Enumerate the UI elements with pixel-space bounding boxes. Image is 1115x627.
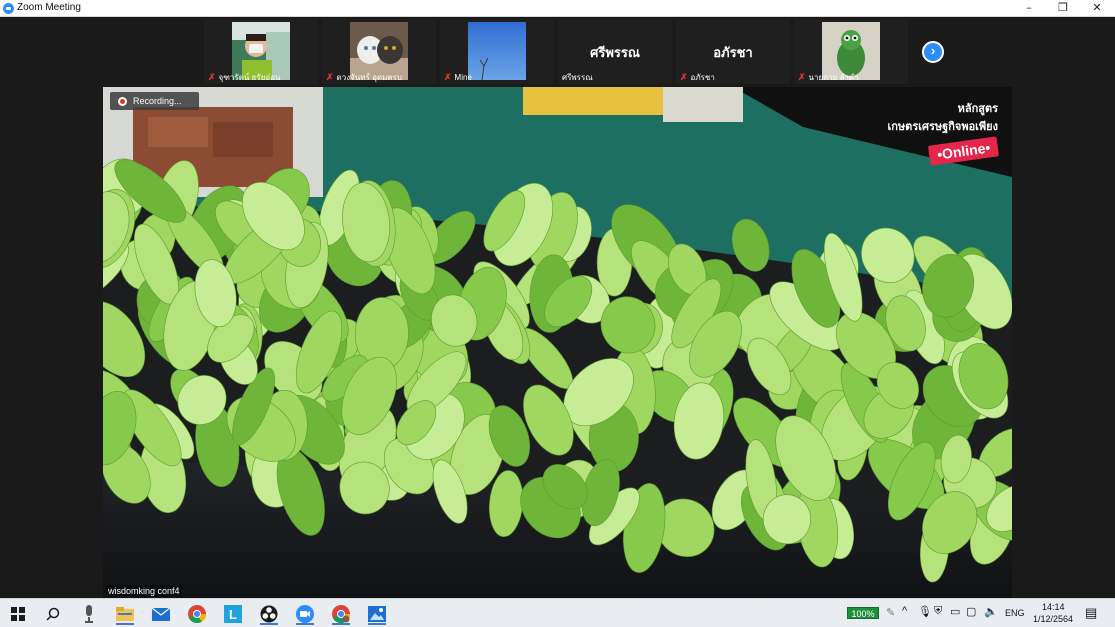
pen-icon[interactable]: ✎: [886, 606, 895, 619]
participant-namebar: ✗ ดวงจันทร์ อุดมตรบ: [322, 71, 406, 84]
overlay-line-2: เกษตรเศรษฐกิจพอเพียง: [887, 121, 998, 133]
video-frame: [103, 87, 1012, 598]
participant-tile[interactable]: ✗ ดวงจันทร์ อุดมตรบ: [322, 19, 436, 84]
main-video: Recording... หลักสูตร เกษตรเศรษฐกิจพอเพี…: [103, 87, 1012, 598]
participant-namebar: ✗ Mine: [440, 71, 476, 84]
security-icon[interactable]: ⛨: [934, 605, 942, 618]
recording-indicator[interactable]: Recording...: [110, 92, 199, 110]
zoom-logo-icon: [3, 3, 14, 14]
battery-icon[interactable]: ▭: [950, 605, 960, 618]
battery-indicator[interactable]: 100%: [847, 607, 879, 619]
participant-name: จุฑารัตน์ ธรัยอ่อน: [218, 73, 281, 82]
microphone-tray-icon[interactable]: 🎙: [918, 605, 932, 618]
participant-strip: ✗ จุฑารัตน์ ธรัยอ่อน ✗ ดวงจันทร์ อุดมตรบ: [0, 17, 1115, 87]
participant-name: นายกาย ลำดำ: [808, 73, 859, 82]
participant-name: อภัรชา: [690, 73, 715, 82]
close-button[interactable]: ✕: [1080, 0, 1114, 17]
participant-namebar: ศรีพรรณ: [558, 71, 597, 84]
chevron-right-icon[interactable]: ›: [922, 41, 944, 63]
participant-tile[interactable]: ศรีพรรณ ศรีพรรณ: [558, 19, 672, 84]
zoom-window: Zoom Meeting – ❐ ✕ ✗ จุฑารัตน์ ธรัยอ่อน: [0, 0, 1115, 598]
mic-muted-icon: ✗: [798, 72, 806, 82]
participant-namebar: ✗ จุฑารัตน์ ธรัยอ่อน: [204, 71, 285, 84]
line-app-icon[interactable]: L: [222, 603, 244, 625]
participant-name: ศรีพรรณ: [562, 73, 593, 82]
participant-video: [468, 22, 526, 80]
photos-icon[interactable]: [366, 603, 388, 625]
participant-tile[interactable]: อภัรชา ✗ อภัรชา: [676, 19, 790, 84]
mail-icon[interactable]: [150, 603, 172, 625]
participant-display-name: อภัรชา: [713, 45, 753, 60]
minimize-button[interactable]: –: [1012, 0, 1046, 17]
participant-display-name: ศรีพรรณ: [590, 45, 640, 60]
search-icon[interactable]: [42, 603, 64, 625]
participant-name: ดวงจันทร์ อุดมตรบ: [336, 73, 402, 82]
windows-taskbar: L 100% ✎ ^ 🎙 ⛨ ▭ ▢ 🔈 ENG 14:14 1/12/2564…: [0, 598, 1115, 627]
overlay-line-1: หลักสูตร: [957, 103, 998, 115]
language-indicator[interactable]: ENG: [1005, 608, 1025, 618]
participant-namebar: ✗ อภัรชา: [676, 71, 719, 84]
participant-namebar: ✗ นายกาย ลำดำ: [794, 71, 863, 84]
record-icon: [118, 96, 127, 106]
title-bar: Zoom Meeting – ❐ ✕: [0, 0, 1115, 17]
chevron-up-icon[interactable]: ^: [902, 605, 907, 617]
chrome-icon[interactable]: [186, 603, 208, 625]
svg-text:L: L: [229, 607, 237, 622]
mic-muted-icon: ✗: [680, 72, 688, 82]
windows-start-icon[interactable]: [7, 603, 29, 625]
window-title: Zoom Meeting: [17, 2, 81, 13]
course-overlay: หลักสูตร เกษตรเศรษฐกิจพอเพียง •Online•: [878, 99, 1000, 166]
participant-tile[interactable]: ✗ Mine: [440, 19, 554, 84]
participant-tile[interactable]: ✗ นายกาย ลำดำ: [794, 19, 908, 84]
microphone-icon[interactable]: [78, 603, 100, 625]
speaker-icon[interactable]: 🔈: [984, 605, 998, 618]
clock-date[interactable]: 1/12/2564: [1033, 614, 1073, 624]
participant-name: Mine: [454, 73, 472, 82]
participant-tile[interactable]: ✗ จุฑารัตน์ ธรัยอ่อน: [204, 19, 318, 84]
network-icon[interactable]: ▢: [966, 605, 976, 618]
zoom-icon[interactable]: [294, 603, 316, 625]
mic-muted-icon: ✗: [326, 72, 334, 82]
restore-button[interactable]: ❐: [1046, 0, 1080, 17]
clock-time[interactable]: 14:14: [1042, 602, 1065, 612]
file-explorer-icon[interactable]: [114, 603, 136, 625]
obs-icon[interactable]: [258, 603, 280, 625]
notification-icon[interactable]: ▤: [1085, 605, 1097, 621]
chrome-profile-icon[interactable]: [330, 603, 352, 625]
recording-label: Recording...: [133, 96, 182, 106]
speaker-name: wisdomking conf4: [106, 585, 182, 597]
mic-muted-icon: ✗: [444, 72, 452, 82]
mic-muted-icon: ✗: [208, 72, 216, 82]
